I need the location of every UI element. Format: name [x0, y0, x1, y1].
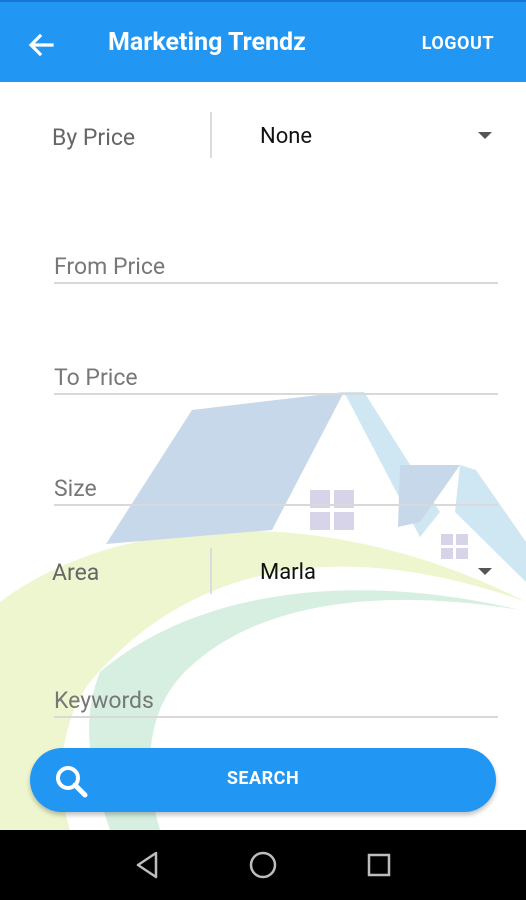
- area-select-value: Marla: [260, 560, 316, 585]
- to-price-input[interactable]: [54, 364, 498, 391]
- app-bar: Marketing Trendz LOGOUT: [0, 0, 526, 82]
- price-select-value: None: [260, 124, 313, 149]
- logout-button[interactable]: LOGOUT: [422, 33, 494, 54]
- size-input[interactable]: [54, 475, 498, 502]
- search-form: By Price None Area Marla: [0, 82, 526, 830]
- dropdown-caret-icon: [478, 568, 492, 575]
- search-button-label: SEARCH: [226, 768, 300, 789]
- to-price-field[interactable]: [54, 353, 498, 395]
- price-filter-label: By Price: [52, 124, 136, 151]
- dropdown-caret-icon: [478, 132, 492, 139]
- area-label: Area: [52, 559, 100, 586]
- system-nav-bar: [0, 830, 526, 900]
- circle-home-icon[interactable]: [246, 848, 280, 882]
- price-select[interactable]: None: [240, 112, 506, 158]
- square-recents-icon[interactable]: [362, 848, 396, 882]
- keywords-field[interactable]: [54, 676, 498, 718]
- from-price-field[interactable]: [54, 242, 498, 284]
- arrow-back-icon[interactable]: [26, 30, 56, 60]
- price-divider: [210, 112, 212, 158]
- search-button[interactable]: SEARCH: [30, 748, 496, 812]
- keywords-input[interactable]: [54, 687, 498, 714]
- from-price-input[interactable]: [54, 253, 498, 280]
- size-field[interactable]: [54, 464, 498, 506]
- triangle-back-icon[interactable]: [130, 848, 164, 882]
- area-divider: [210, 548, 212, 594]
- area-select[interactable]: Marla: [240, 548, 506, 594]
- app-title: Marketing Trendz: [108, 28, 306, 57]
